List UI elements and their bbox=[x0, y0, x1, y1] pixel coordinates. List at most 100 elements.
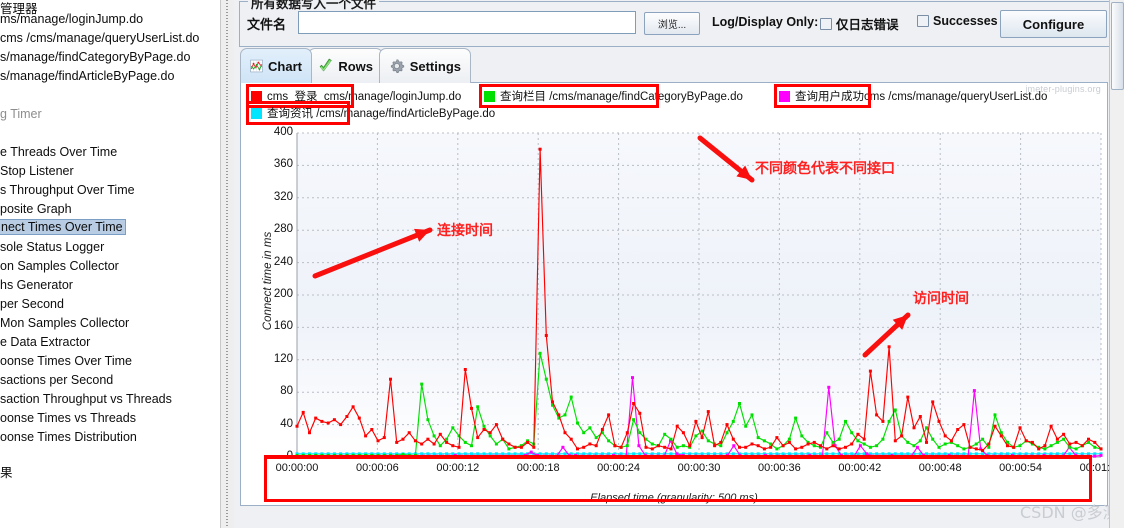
chart-data-point bbox=[613, 444, 617, 448]
chart-data-point bbox=[981, 449, 985, 452]
tree-item-label: sactions per Second bbox=[0, 373, 114, 387]
tree-item[interactable]: saction Throughput vs Threads bbox=[0, 392, 172, 406]
legend-entry[interactable]: 查询栏目 /cms/manage/findCategoryByPage.do bbox=[484, 88, 743, 104]
errors-only-label: 仅日志错误 bbox=[836, 18, 899, 32]
errors-only-checkbox-wrap[interactable]: 仅日志错误 bbox=[820, 14, 899, 33]
tree-item-label: s/manage/findArticleByPage.do bbox=[0, 69, 175, 83]
tree-item[interactable]: per Second bbox=[0, 297, 64, 311]
chart-data-point bbox=[376, 439, 380, 443]
chart-data-point bbox=[794, 416, 798, 420]
chart-data-point bbox=[725, 423, 729, 427]
chart-data-point bbox=[663, 445, 667, 449]
chart-data-point bbox=[314, 416, 318, 420]
configure-button[interactable]: Configure bbox=[1000, 10, 1107, 38]
filename-input[interactable] bbox=[298, 11, 636, 34]
chart-data-point bbox=[507, 447, 511, 451]
successes-checkbox[interactable] bbox=[917, 15, 929, 27]
tree-item[interactable]: sactions per Second bbox=[0, 373, 113, 387]
chart-data-point bbox=[557, 413, 561, 417]
chart-data-point bbox=[850, 431, 854, 435]
errors-only-checkbox[interactable] bbox=[820, 17, 832, 30]
chart-plot-area[interactable]: Connect time in ms 400 360 320 280 240 200 160… bbox=[241, 125, 1122, 505]
tree-item[interactable]: posite Graph bbox=[0, 202, 72, 216]
tree-item[interactable]: e Data Extractor bbox=[0, 335, 90, 349]
filename-label: 文件名 bbox=[247, 17, 287, 32]
tree-item[interactable]: s/manage/findCategoryByPage.do bbox=[0, 50, 190, 64]
chart-data-point bbox=[588, 442, 592, 446]
chart-data-point bbox=[931, 400, 935, 404]
tree-item[interactable]: oonse Times Over Time bbox=[0, 354, 132, 368]
chart-data-point bbox=[301, 410, 305, 414]
chart-data-point bbox=[295, 424, 299, 428]
tree-item-label: saction Throughput vs Threads bbox=[0, 392, 172, 406]
tree-item[interactable]: e Threads Over Time bbox=[0, 145, 117, 159]
chart-data-point bbox=[893, 439, 897, 443]
tree-item[interactable]: ms/manage/loginJump.do bbox=[0, 12, 143, 26]
tree-item[interactable]: Stop Listener bbox=[0, 164, 74, 178]
chart-data-point bbox=[912, 444, 916, 448]
tree-item[interactable]: cms /cms/manage/queryUserList.do bbox=[0, 31, 199, 45]
chart-data-point bbox=[482, 428, 486, 431]
chart-data-point bbox=[569, 437, 573, 441]
chart-data-point bbox=[762, 439, 766, 443]
chart-data-point bbox=[576, 421, 579, 425]
vertical-scrollbar[interactable] bbox=[1109, 0, 1124, 528]
browse-button[interactable]: 浏览... bbox=[644, 12, 700, 35]
tree-item[interactable]: g Timer bbox=[0, 107, 42, 121]
chart-data-point bbox=[637, 444, 641, 448]
vertical-scrollbar-thumb[interactable] bbox=[1111, 2, 1124, 90]
test-plan-tree-panel[interactable]: 管理器 ms/manage/loginJump.do cms /cms/manage… bbox=[0, 0, 220, 528]
tree-item[interactable]: oonse Times Distribution bbox=[0, 430, 137, 444]
splitter-grip bbox=[226, 0, 228, 528]
chart-data-point bbox=[1087, 437, 1090, 441]
chart-panel: jmeter-plugins.org cms_登录_cms/manage/log… bbox=[240, 82, 1122, 506]
successes-checkbox-wrap[interactable]: Successes bbox=[917, 14, 998, 28]
chart-data-point bbox=[432, 434, 436, 438]
legend-label: 查询用户成功cms /cms/manage/queryUserList.do bbox=[795, 91, 1048, 103]
chart-data-point bbox=[663, 432, 667, 436]
chart-data-point bbox=[476, 436, 480, 440]
legend-entry[interactable]: 查询用户成功cms /cms/manage/queryUserList.do bbox=[779, 88, 1047, 104]
chart-data-point bbox=[775, 447, 779, 451]
tree-item[interactable]: s Throughput Over Time bbox=[0, 183, 135, 197]
chart-data-point bbox=[320, 419, 324, 423]
chart-data-point bbox=[488, 434, 492, 438]
chart-data-point bbox=[756, 444, 760, 448]
chart-data-point bbox=[881, 419, 885, 423]
tab-chart[interactable]: Chart bbox=[240, 48, 312, 83]
chart-data-point bbox=[1024, 439, 1028, 443]
chart-data-point bbox=[544, 334, 548, 337]
legend-entry[interactable]: cms_登录_cms/manage/loginJump.do bbox=[251, 88, 461, 104]
legend-label: 查询栏目 /cms/manage/findCategoryByPage.do bbox=[500, 91, 743, 103]
chart-data-point bbox=[532, 445, 536, 449]
chart-data-point bbox=[501, 437, 505, 441]
tree-item[interactable]: sole Status Logger bbox=[0, 240, 104, 254]
tree-item[interactable]: on Samples Collector bbox=[0, 259, 119, 273]
chart-data-point bbox=[675, 445, 679, 449]
chart-data-point bbox=[1093, 440, 1097, 444]
tree-item-label: nect Times Over Time bbox=[1, 220, 123, 234]
tree-item[interactable]: hs Generator bbox=[0, 278, 73, 292]
chart-data-point bbox=[831, 440, 835, 444]
legend-color-swatch bbox=[484, 90, 495, 102]
chart-data-point bbox=[1068, 445, 1072, 449]
tree-item[interactable]: Mon Samples Collector bbox=[0, 316, 129, 330]
chart-data-point bbox=[937, 445, 941, 449]
chart-data-point bbox=[868, 369, 872, 373]
tab-rows[interactable]: Rows bbox=[308, 48, 383, 83]
successes-label: Successes bbox=[933, 14, 998, 28]
tab-settings[interactable]: Settings bbox=[379, 48, 471, 83]
tree-item[interactable]: s/manage/findArticleByPage.do bbox=[0, 69, 174, 83]
chart-data-point bbox=[812, 444, 816, 448]
chart-data-point bbox=[862, 442, 866, 446]
tree-item[interactable]: nect Times Over Time bbox=[0, 219, 126, 235]
tree-item[interactable]: oonse Times vs Threads bbox=[0, 411, 136, 425]
chart-data-point bbox=[993, 424, 997, 428]
tree-item[interactable]: 果 bbox=[0, 466, 13, 480]
legend-entry[interactable]: 查询资讯 /cms/manage/findArticleByPage.do bbox=[251, 105, 495, 121]
chart-data-point bbox=[868, 445, 872, 449]
chart-data-point bbox=[669, 447, 673, 451]
chart-data-point bbox=[962, 423, 966, 427]
chart-data-point bbox=[563, 431, 567, 435]
tree-item-label: ms/manage/loginJump.do bbox=[0, 12, 144, 26]
